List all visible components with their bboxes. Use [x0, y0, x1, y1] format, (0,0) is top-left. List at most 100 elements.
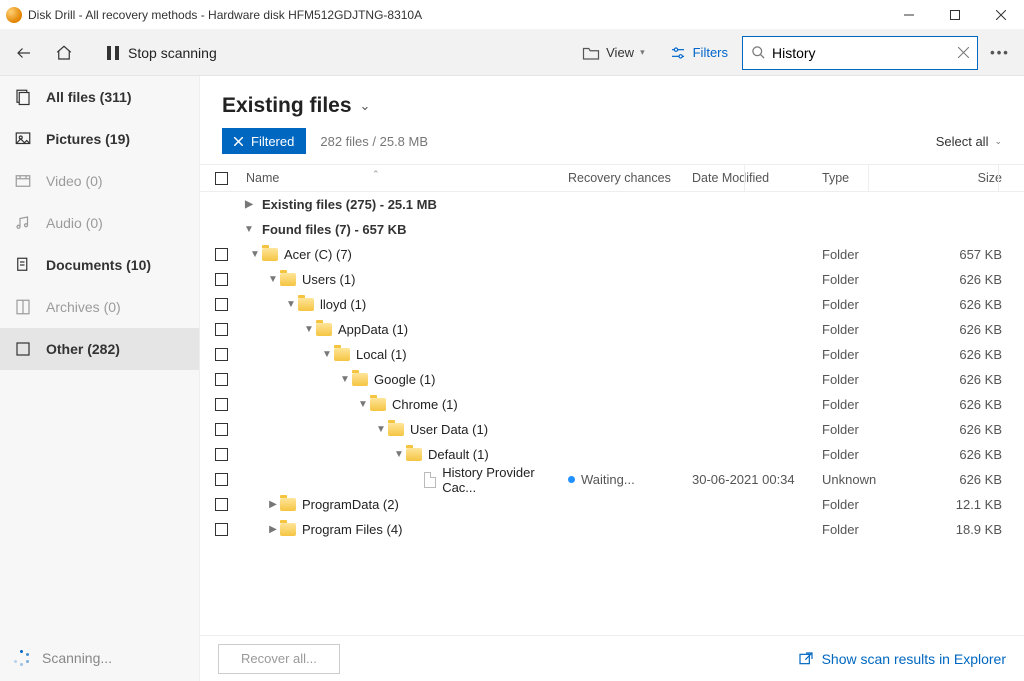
tree-row[interactable]: ▼Google (1)Folder626 KB	[200, 367, 1024, 392]
row-checkbox[interactable]	[215, 398, 228, 411]
caret-down-icon[interactable]: ▼	[338, 374, 352, 385]
show-in-explorer-label: Show scan results in Explorer	[822, 651, 1006, 667]
folder-icon	[280, 273, 296, 286]
caret-right-icon[interactable]: ▶	[266, 499, 280, 510]
home-button[interactable]	[46, 35, 82, 71]
tree-row[interactable]: ▼Local (1)Folder626 KB	[200, 342, 1024, 367]
tree-row[interactable]: History Provider Cac...Waiting...30-06-2…	[200, 467, 1024, 492]
tree-row[interactable]: ▼Acer (C) (7)Folder657 KB	[200, 242, 1024, 267]
more-menu-button[interactable]: •••	[982, 35, 1018, 71]
group-found[interactable]: ▼ Found files (7) - 657 KB	[200, 217, 1024, 242]
caret-down-icon[interactable]: ▼	[248, 249, 262, 260]
row-checkbox[interactable]	[215, 298, 228, 311]
row-type: Folder	[822, 322, 938, 337]
row-size: 12.1 KB	[938, 497, 1024, 512]
caret-down-icon[interactable]: ▼	[392, 449, 406, 460]
row-checkbox[interactable]	[215, 523, 228, 536]
sidebar-item-label: Archives (0)	[46, 299, 121, 315]
caret-down-icon[interactable]: ▼	[356, 399, 370, 410]
minimize-button[interactable]	[886, 0, 932, 30]
caret-down-icon[interactable]: ▼	[320, 349, 334, 360]
column-size[interactable]: Size	[938, 171, 1024, 185]
recover-all-button[interactable]: Recover all...	[218, 644, 340, 674]
column-date[interactable]: Date Modified	[692, 171, 822, 185]
close-button[interactable]	[978, 0, 1024, 30]
sidebar-item-other[interactable]: Other (282)	[0, 328, 199, 370]
row-type: Folder	[822, 347, 938, 362]
row-checkbox[interactable]	[215, 273, 228, 286]
caret-down-icon[interactable]: ▼	[374, 424, 388, 435]
group-existing[interactable]: ▶ Existing files (275) - 25.1 MB	[200, 192, 1024, 217]
back-button[interactable]	[6, 35, 42, 71]
stop-scanning-button[interactable]: Stop scanning	[100, 35, 229, 71]
tree-row[interactable]: ▼lloyd (1)Folder626 KB	[200, 292, 1024, 317]
sidebar-item-archives[interactable]: Archives (0)	[0, 286, 199, 328]
tree-row[interactable]: ▼AppData (1)Folder626 KB	[200, 317, 1024, 342]
row-name: Program Files (4)	[302, 522, 402, 537]
row-name: Acer (C) (7)	[284, 247, 352, 262]
sidebar-item-pictures[interactable]: Pictures (19)	[0, 118, 199, 160]
row-size: 626 KB	[938, 447, 1024, 462]
tree-row[interactable]: ▶ProgramData (2)Folder12.1 KB	[200, 492, 1024, 517]
folder-icon	[280, 523, 296, 536]
row-type: Folder	[822, 522, 938, 537]
tree-row[interactable]: ▼User Data (1)Folder626 KB	[200, 417, 1024, 442]
select-all-label: Select all	[936, 134, 989, 149]
footer: Recover all... Show scan results in Expl…	[200, 635, 1024, 681]
tree-row[interactable]: ▶ Program Files (4) Folder18.9 KB	[200, 517, 1024, 542]
sidebar-item-documents[interactable]: Documents (10)	[0, 244, 199, 286]
row-checkbox[interactable]	[215, 498, 228, 511]
caret-down-icon[interactable]: ▼	[266, 274, 280, 285]
search-box[interactable]	[742, 36, 978, 70]
page-title: Existing files	[222, 94, 352, 118]
close-icon[interactable]	[234, 137, 243, 146]
folder-icon	[280, 498, 296, 511]
status-dot-icon	[568, 476, 575, 483]
chevron-down-icon[interactable]: ⌄	[360, 98, 371, 114]
row-type: Folder	[822, 447, 938, 462]
caret-down-icon[interactable]: ▼	[284, 299, 298, 310]
sidebar-item-label: Documents (10)	[46, 257, 151, 273]
row-checkbox[interactable]	[215, 348, 228, 361]
filtered-chip[interactable]: Filtered	[222, 128, 306, 154]
sidebar-item-audio[interactable]: Audio (0)	[0, 202, 199, 244]
filtered-label: Filtered	[251, 134, 294, 149]
caret-right-icon[interactable]: ▶	[266, 524, 280, 535]
row-checkbox[interactable]	[215, 248, 228, 261]
view-dropdown[interactable]: View ▾	[572, 35, 654, 71]
row-checkbox[interactable]	[215, 373, 228, 386]
caret-right-icon[interactable]: ▶	[242, 199, 256, 210]
column-name[interactable]: Name⌃	[242, 171, 568, 185]
sidebar-item-label: Audio (0)	[46, 215, 103, 231]
search-input[interactable]	[766, 45, 958, 61]
documents-icon	[14, 256, 32, 274]
row-size: 626 KB	[938, 297, 1024, 312]
sidebar-item-all-files[interactable]: All files (311)	[0, 76, 199, 118]
row-size: 626 KB	[938, 347, 1024, 362]
row-checkbox[interactable]	[215, 423, 228, 436]
clear-search-icon[interactable]	[958, 47, 969, 58]
scan-status: Scanning...	[0, 635, 199, 681]
row-checkbox[interactable]	[215, 448, 228, 461]
maximize-button[interactable]	[932, 0, 978, 30]
header-checkbox[interactable]	[215, 172, 228, 185]
row-size: 18.9 KB	[938, 522, 1024, 537]
column-recovery[interactable]: Recovery chances	[568, 171, 692, 185]
file-icon	[424, 472, 437, 488]
row-type: Folder	[822, 372, 938, 387]
tree-row[interactable]: ▼Default (1)Folder626 KB	[200, 442, 1024, 467]
caret-down-icon[interactable]: ▼	[242, 224, 256, 235]
select-all-dropdown[interactable]: Select all ⌄	[936, 134, 1002, 149]
tree-row[interactable]: ▼Users (1)Folder626 KB	[200, 267, 1024, 292]
sidebar-item-video[interactable]: Video (0)	[0, 160, 199, 202]
column-type[interactable]: Type	[822, 171, 938, 185]
filters-button[interactable]: Filters	[659, 35, 738, 71]
show-in-explorer-link[interactable]: Show scan results in Explorer	[798, 651, 1006, 667]
row-checkbox[interactable]	[215, 473, 228, 486]
caret-down-icon[interactable]: ▼	[302, 324, 316, 335]
sort-caret-icon: ⌃	[372, 169, 380, 180]
tree-row[interactable]: ▼Chrome (1)Folder626 KB	[200, 392, 1024, 417]
folder-icon	[352, 373, 368, 386]
row-size: 626 KB	[938, 422, 1024, 437]
row-checkbox[interactable]	[215, 323, 228, 336]
